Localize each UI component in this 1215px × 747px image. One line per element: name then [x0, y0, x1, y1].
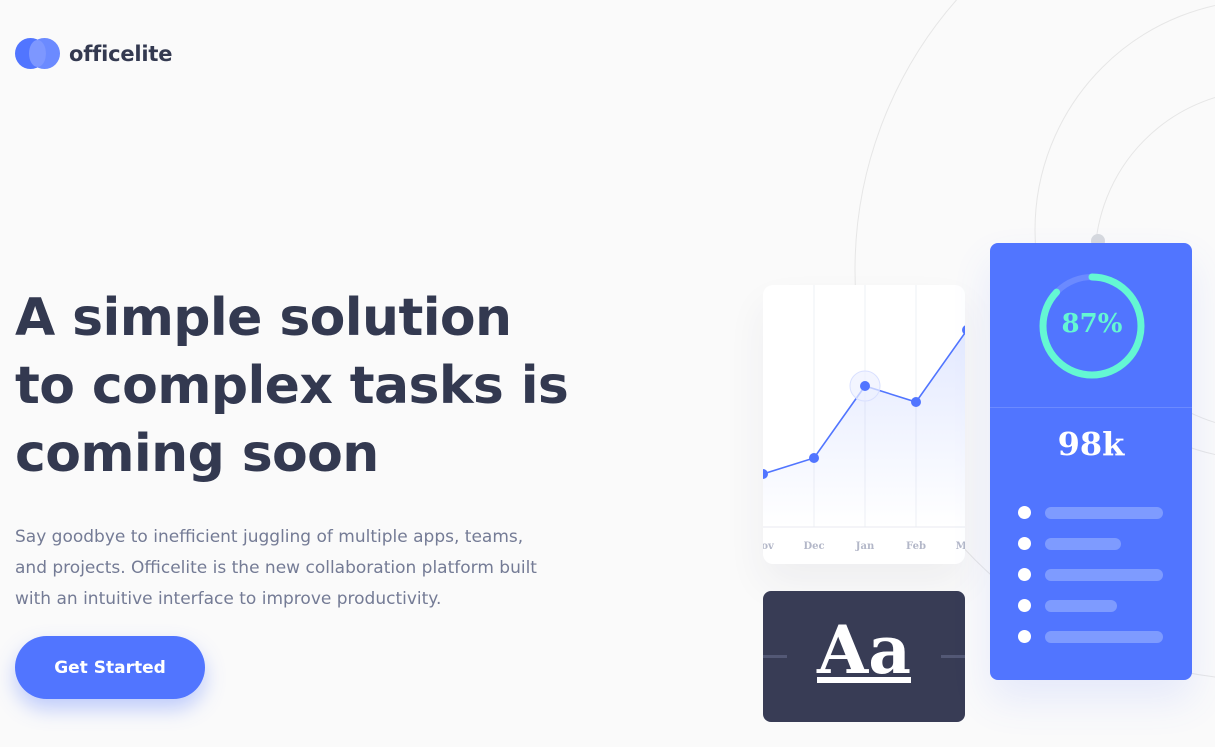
tick-label-dec: Dec	[803, 541, 824, 552]
data-point-feb	[911, 397, 921, 407]
bullet-dot	[1018, 537, 1031, 550]
stats-card: 87% 98k	[990, 243, 1192, 680]
progress-ring: 87%	[1037, 271, 1147, 381]
typeface-sample: Aa	[817, 611, 911, 689]
stats-divider	[990, 407, 1192, 408]
tick-label-nov: Nov	[763, 541, 775, 552]
progress-percent: 87%	[1061, 309, 1123, 339]
stat-list-item	[1018, 621, 1163, 652]
brand-name: officelite	[69, 41, 173, 66]
bullet-dot	[1018, 568, 1031, 581]
chart-area	[763, 332, 965, 527]
data-point-jan	[860, 381, 870, 391]
logo-mark-icon	[15, 38, 60, 69]
data-point-dec	[809, 453, 819, 463]
stat-list-item	[1018, 590, 1163, 621]
get-started-button[interactable]: Get Started	[15, 636, 205, 699]
bullet-dot	[1018, 630, 1031, 643]
bullet-dot	[1018, 506, 1031, 519]
stat-count: 98k	[1057, 425, 1125, 463]
stat-list-item	[1018, 528, 1163, 559]
bullet-dot	[1018, 599, 1031, 612]
placeholder-bar	[1045, 568, 1163, 581]
placeholder-bar	[1045, 506, 1163, 519]
hero-description: Say goodbye to inefficient juggling of m…	[15, 527, 537, 609]
line-chart-card: Nov Dec Jan Feb Mar	[763, 285, 965, 564]
placeholder-bar	[1045, 537, 1121, 550]
typography-card: Aa	[763, 591, 965, 722]
tick-label-feb: Feb	[906, 541, 926, 552]
stat-list-item	[1018, 497, 1163, 528]
brand-logo[interactable]: officelite	[15, 38, 172, 69]
hero-title: A simple solution to complex tasks is co…	[15, 288, 569, 484]
placeholder-bar	[1045, 630, 1163, 643]
stat-list-item	[1018, 559, 1163, 590]
stat-list	[1018, 497, 1163, 652]
tick-label-mar: Mar	[956, 541, 965, 552]
line-chart: Nov Dec Jan Feb Mar	[763, 285, 965, 552]
tick-label-jan: Jan	[855, 541, 875, 552]
placeholder-bar	[1045, 599, 1117, 612]
data-point-mar	[962, 325, 965, 335]
